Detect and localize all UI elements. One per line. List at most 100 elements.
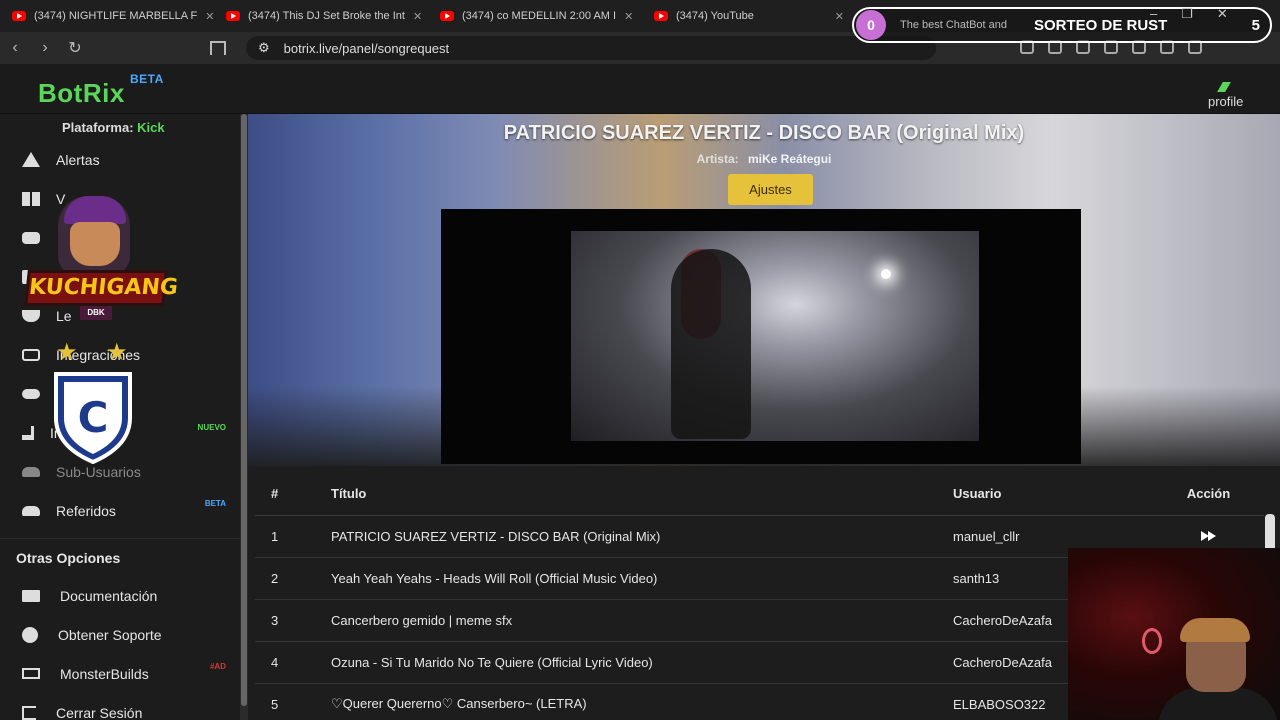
artist-label: Artista: (696, 152, 739, 166)
maximize-icon[interactable]: ❐ (1181, 6, 1193, 22)
youtube-icon (654, 11, 668, 21)
new-badge: NUEVO (197, 423, 226, 432)
browser-tab[interactable]: (3474) This DJ Set Broke the Int ✕ (214, 0, 428, 32)
close-icon[interactable]: ✕ (205, 10, 214, 23)
row-title: PATRICIO SUAREZ VERTIZ - DISCO BAR (Orig… (331, 515, 953, 558)
skip-icon (1208, 530, 1216, 541)
club-crest-icon: C (54, 372, 132, 464)
video-player[interactable] (441, 209, 1081, 464)
sidebar-item-referidos[interactable]: Referidos BETA (0, 491, 240, 530)
forward-icon[interactable]: › (30, 39, 60, 57)
close-icon[interactable]: ✕ (624, 10, 633, 23)
close-icon[interactable]: ✕ (835, 10, 844, 23)
sidebar-item-label: Sub-Usuarios (56, 463, 141, 480)
column-header-number: # (255, 473, 331, 516)
logo-text: BotRix (38, 78, 125, 108)
screen: (3474) NIGHTLIFE MARBELLA F ✕ (3474) This… (0, 0, 1280, 720)
column-header-action: Acción (1153, 473, 1264, 516)
sidebar-item-label: MonsterBuilds (60, 665, 149, 682)
video-scene (671, 249, 751, 439)
youtube-icon (12, 11, 26, 21)
minimize-icon[interactable]: – (1150, 6, 1157, 22)
tab-label: (3474) YouTube (676, 10, 754, 22)
platform-value: Kick (137, 120, 165, 135)
sidebar-item-label: Cerrar Sesión (56, 704, 143, 720)
column-header-title: Título (331, 473, 953, 516)
row-number: 3 (255, 599, 331, 642)
close-icon[interactable]: ✕ (413, 10, 422, 23)
youtube-icon (226, 11, 240, 21)
table-header-row: # Título Usuario Acción (255, 473, 1264, 516)
plug-icon (22, 348, 40, 361)
sidebar-item-label: Alertas (56, 151, 100, 168)
botrix-logo[interactable]: BotRix BETA (38, 72, 163, 109)
webcam-overlay (1068, 548, 1280, 720)
row-title: ♡Querer Quererno♡ Canserbero~ (LETRA) (331, 683, 953, 720)
youtube-icon (440, 11, 454, 21)
address-bar[interactable]: ⚙ botrix.live/panel/songrequest (246, 36, 936, 60)
crest-stars: ★ ★ (56, 338, 136, 366)
now-playing-title: PATRICIO SUAREZ VERTIZ - DISCO BAR (Orig… (503, 122, 1025, 144)
sidebar-item-label: Referidos (56, 502, 116, 519)
raffle-title: SORTEO DE RUST (1034, 16, 1168, 34)
back-icon[interactable]: ‹ (0, 39, 30, 57)
bookmark-icon[interactable] (210, 41, 226, 55)
crest-letter: C (78, 393, 109, 442)
referrals-icon (22, 505, 40, 516)
row-title: Cancerbero gemido | meme sfx (331, 599, 953, 642)
settings-button[interactable]: Ajustes (728, 174, 813, 205)
sidebar-item-label: Obtener Soporte (58, 626, 162, 643)
browser-tab[interactable]: (3474) co MEDELLIN 2:00 AM I ✕ (428, 0, 642, 32)
browser-tab[interactable]: (3474) NIGHTLIFE MARBELLA F ✕ (0, 0, 214, 32)
profile-label: profile (1208, 94, 1244, 109)
gamepad-icon (22, 388, 40, 399)
raffle-count: 0 (856, 10, 886, 40)
url-text: botrix.live/panel/songrequest (283, 40, 450, 56)
profile-link[interactable]: profile (1208, 82, 1243, 109)
ad-badge: #AD (209, 662, 226, 671)
sidebar-item-soporte[interactable]: Obtener Soporte (0, 615, 240, 654)
help-icon (22, 626, 38, 643)
music-icon (22, 425, 34, 440)
users-icon (22, 466, 40, 477)
document-icon (22, 589, 40, 602)
sidebar-item-label: Documentación (60, 587, 158, 604)
beta-badge: BETA (204, 499, 226, 508)
tab-label: (3474) NIGHTLIFE MARBELLA F (34, 10, 198, 22)
row-number: 2 (255, 557, 331, 600)
reload-icon[interactable]: ↻ (60, 38, 90, 58)
kuchigang-banner: KUCHIGANG (24, 270, 179, 306)
logo-beta-badge: BETA (130, 72, 164, 86)
profile-icon (1216, 82, 1235, 92)
row-number: 5 (255, 683, 331, 720)
now-playing-artist: Artista: miKe Reátegui (248, 152, 1280, 166)
other-options-title: Otras Opciones (0, 538, 240, 576)
raffle-number: 5 (1251, 16, 1260, 34)
star-icon: ★ (106, 339, 128, 366)
alert-icon (22, 152, 40, 167)
row-number: 1 (255, 515, 331, 558)
sidebar-scrollbar[interactable] (240, 114, 248, 720)
window-controls: – ❐ ✕ (1150, 6, 1228, 22)
bot-tab-label: The best ChatBot and (900, 19, 1008, 31)
row-number: 4 (255, 641, 331, 684)
row-title: Yeah Yeah Yeahs - Heads Will Roll (Offic… (331, 557, 953, 600)
sidebar-item-cerrar-sesion[interactable]: Cerrar Sesión (0, 693, 240, 720)
column-header-user: Usuario (953, 473, 1153, 516)
streamer-cap (1180, 618, 1250, 642)
kuchigang-logo: KUCHIGANG DBK (24, 196, 179, 326)
sidebar-item-documentacion[interactable]: Documentación (0, 576, 240, 615)
site-settings-icon[interactable]: ⚙ (258, 40, 270, 56)
skip-button[interactable] (1201, 529, 1216, 544)
sidebar-item-alertas[interactable]: Alertas (0, 140, 240, 179)
kuchigang-sub: DBK (80, 306, 112, 320)
video-scene (881, 269, 891, 279)
browser-tab[interactable]: (3474) YouTube ✕ (642, 0, 856, 32)
platform-info: Plataforma: Kick (0, 114, 240, 140)
app-header: BotRix BETA profile (0, 64, 1280, 114)
laptop-icon (22, 668, 40, 679)
scrollbar-thumb[interactable] (241, 114, 247, 706)
close-window-icon[interactable]: ✕ (1217, 6, 1228, 22)
neon-light (1142, 628, 1162, 654)
sidebar-item-monsterbuilds[interactable]: MonsterBuilds #AD (0, 654, 240, 693)
